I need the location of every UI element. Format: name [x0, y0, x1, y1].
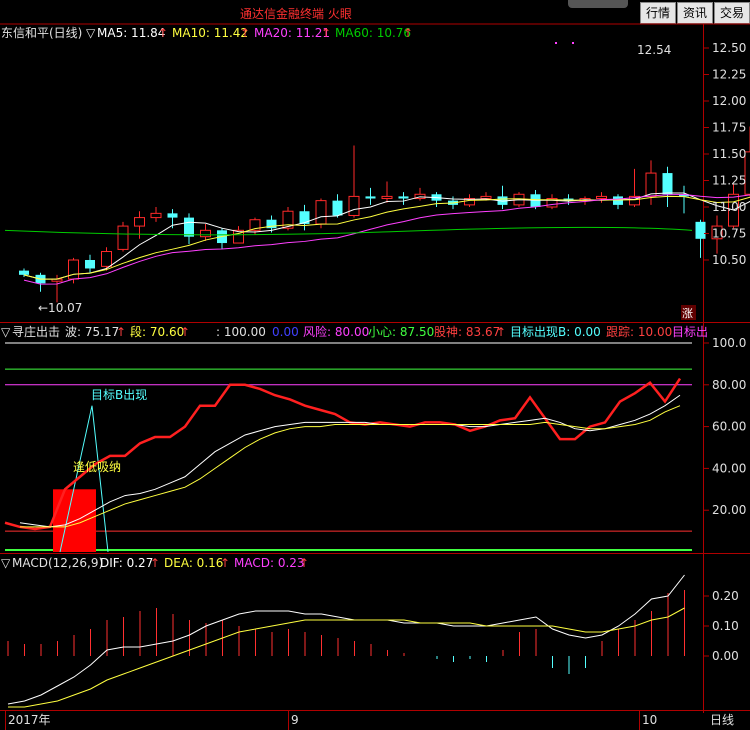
xaxis-label-year: 2017年: [8, 713, 51, 727]
candle-body: [117, 225, 129, 250]
arrow-up-icon: ↑: [299, 556, 309, 570]
period-button[interactable]: 日线: [710, 713, 734, 727]
indicator-tick-label: 60.00: [712, 420, 746, 434]
ma10-value: MA10: 11.42: [172, 26, 248, 40]
target-value: 目标出现B: 0.00: [510, 325, 601, 339]
arrow-up-icon: ↑: [150, 556, 160, 570]
indicator-name: 寻庄出击: [12, 324, 60, 339]
candle-body: [348, 195, 360, 216]
candle-body: [150, 212, 162, 219]
triangle-icon[interactable]: ▽: [86, 26, 96, 40]
macd-value: MACD: 0.23: [234, 556, 305, 570]
xaxis-label-sep: 9: [291, 713, 299, 727]
candle-body: [613, 196, 623, 205]
candle-body: [299, 211, 310, 224]
candle-body: [315, 200, 327, 225]
high-price-label: 12.54: [637, 43, 671, 57]
triangle-icon[interactable]: ▽: [1, 325, 11, 339]
candle-body: [167, 213, 178, 218]
target2-value: 目标出: [672, 325, 708, 339]
macd-name: MACD(12,26,9): [12, 556, 103, 570]
v100-value: : 100.00: [216, 325, 266, 339]
stock-chart[interactable]: 12.50 12.25 12.00 11.75 11.50 11.25 11.00 10.75…: [0, 0, 750, 730]
v0-value: 0.00: [272, 325, 299, 339]
triangle-icon[interactable]: ▽: [1, 556, 11, 570]
stock-name: 东信和平(日线): [1, 26, 82, 40]
price-tick-label: 11.25: [712, 174, 746, 188]
indicator-tick-label: 80.00: [712, 378, 746, 392]
price-tick-label: 11.50: [712, 147, 746, 161]
macd-tick-label: 0.00: [712, 649, 739, 663]
arrow-up-icon: ↑: [116, 325, 126, 339]
dea-line: [8, 607, 685, 708]
candle-body: [662, 173, 673, 195]
candle-body: [645, 172, 657, 197]
ma60-line: [4, 226, 693, 236]
marker-dot: [555, 42, 557, 44]
price-tick-label: 11.75: [712, 121, 746, 135]
candle-body: [381, 195, 393, 200]
risk-value: 风险: 80.00: [303, 324, 369, 339]
price-tick-label: 11.00: [712, 200, 746, 214]
dea-value: DEA: 0.16: [164, 556, 223, 570]
god-value: 股神: 83.67: [434, 325, 500, 339]
axes: 12.50 12.25 12.00 11.75 11.50 11.25 11.00 10.75…: [704, 41, 746, 663]
indicator-pane: [4, 342, 692, 553]
ma60-value: MA60: 10.76: [335, 26, 411, 40]
track-value: 跟踪: 10.00: [606, 325, 672, 339]
candle-body: [184, 217, 194, 237]
candle-body: [365, 196, 376, 199]
candle-body: [480, 195, 492, 200]
price-tick-label: 12.00: [712, 94, 746, 108]
buy-annotation: 逢低吸纳: [73, 460, 121, 474]
price-tick-label: 12.50: [712, 41, 746, 55]
arrow-up-icon: ↑: [496, 325, 506, 339]
candle-body: [85, 260, 95, 269]
ma20-value: MA20: 11.21: [254, 26, 330, 40]
bo-value: 波: 75.17: [65, 325, 119, 339]
kline-pane: [4, 42, 750, 303]
candle-body: [332, 200, 343, 216]
macd-pane: [7, 574, 685, 708]
candle-body: [398, 196, 409, 199]
low-price-label: ←10.07: [38, 301, 82, 315]
limit-up-badge-text: 涨: [682, 307, 693, 320]
arrow-up-icon: ↑: [158, 26, 168, 40]
arrow-up-icon: ↑: [180, 325, 190, 339]
candle-body: [596, 195, 607, 200]
dif-line: [7, 574, 685, 705]
dif-value: DIF: 0.27: [100, 556, 153, 570]
duan-value: 段: 70.60: [130, 324, 184, 339]
candle-body: [68, 259, 79, 280]
indicator-tick-label: 100.0: [712, 336, 746, 350]
indicator-tick-label: 40.00: [712, 461, 746, 475]
price-tick-label: 10.50: [712, 253, 746, 267]
macd-tick-label: 0.20: [712, 589, 739, 603]
candle-body: [101, 251, 112, 267]
indicator-tick-label: 20.00: [712, 503, 746, 517]
price-tick-label: 10.75: [712, 227, 746, 241]
candle-body: [695, 221, 706, 239]
ma5-value: MA5: 11.84: [97, 26, 165, 40]
candle-body: [134, 217, 145, 227]
arrow-up-icon: ↑: [321, 26, 331, 40]
arrow-up-icon: ↑: [403, 26, 413, 40]
arrow-up-icon: ↑: [220, 556, 230, 570]
price-tick-label: 12.25: [712, 68, 746, 82]
marker-dot: [572, 42, 574, 44]
candle-body: [200, 229, 211, 238]
macd-tick-label: 0.10: [712, 619, 739, 633]
target-annotation: 目标B出现: [91, 388, 147, 402]
xaxis-label-oct: 10: [642, 713, 657, 727]
candle-body: [19, 270, 29, 275]
arrow-up-icon: ↑: [240, 26, 250, 40]
careful-value: 小心: 87.50: [368, 325, 434, 339]
